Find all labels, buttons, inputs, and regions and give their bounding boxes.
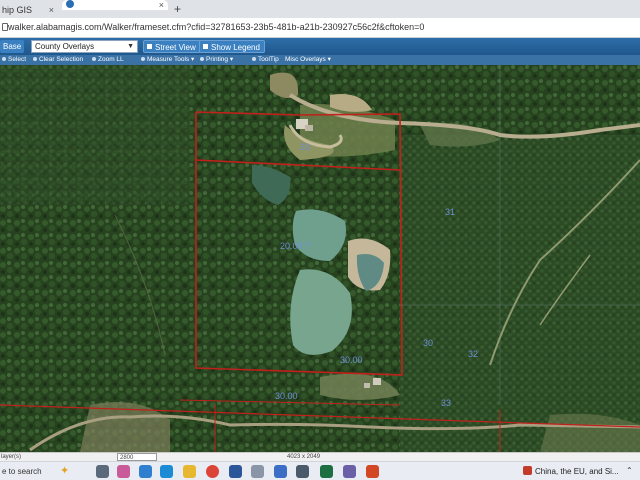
task-view-icon[interactable] bbox=[96, 465, 109, 478]
section-label: 33 bbox=[300, 142, 310, 152]
app-icon[interactable] bbox=[343, 465, 356, 478]
street-view-label: Street View bbox=[155, 43, 196, 52]
tooltip-toggle[interactable]: ToolTip bbox=[252, 55, 279, 65]
chrome-icon[interactable] bbox=[206, 465, 219, 478]
section-label: 33 bbox=[441, 398, 451, 408]
map-status-bar: layer(s) 2800 4023 x 2049 bbox=[0, 452, 640, 461]
zoom-ll-tool[interactable]: Zoom LL bbox=[92, 55, 124, 65]
browser-tab-inactive[interactable]: hip GIS × bbox=[0, 2, 56, 18]
tool-label: Misc Overlays bbox=[285, 56, 326, 63]
zoom-icon bbox=[92, 57, 96, 61]
scale-input[interactable]: 2800 bbox=[117, 453, 157, 461]
misc-overlays-menu[interactable]: Misc Overlays ▾ bbox=[285, 55, 331, 65]
tool-label: Measure Tools bbox=[147, 56, 190, 63]
coordinates-readout: 4023 x 2049 bbox=[287, 454, 321, 460]
clear-selection-tool[interactable]: Clear Selection bbox=[33, 55, 83, 65]
tray-chevron-icon[interactable]: ⌃ bbox=[626, 466, 633, 475]
browser-icon[interactable] bbox=[160, 465, 173, 478]
parcel-label[interactable]: 30.00 bbox=[275, 391, 298, 401]
select-tool[interactable]: Select bbox=[2, 55, 26, 65]
browser-tab-active[interactable]: Walker Public GIS × bbox=[62, 0, 168, 10]
taskbar-search[interactable]: e to search bbox=[0, 465, 92, 478]
tool-label: Zoom LL bbox=[98, 56, 124, 63]
select-icon bbox=[2, 57, 6, 61]
tool-label: Printing bbox=[206, 56, 229, 63]
section-label: 32 bbox=[468, 349, 478, 359]
excel-icon[interactable] bbox=[320, 465, 333, 478]
aerial-imagery: 20.00 ? 30.00 30.00 31 30 33 32 33 bbox=[0, 65, 640, 452]
clear-icon bbox=[33, 57, 37, 61]
chevron-down-icon: ▼ bbox=[127, 43, 134, 50]
tab-title: hip GIS bbox=[2, 5, 33, 15]
tool-label: Clear Selection bbox=[39, 56, 84, 63]
tool-label: Select bbox=[8, 56, 27, 63]
street-view-icon bbox=[147, 44, 152, 49]
windows-taskbar: e to search ✦ China, the EU, and Si... ⌃ bbox=[0, 461, 640, 480]
site-favicon-icon bbox=[66, 0, 74, 8]
map-canvas[interactable]: 20.00 ? 30.00 30.00 31 30 33 32 33 bbox=[0, 65, 640, 452]
tool-label: ToolTip bbox=[258, 56, 279, 63]
powerpoint-icon[interactable] bbox=[366, 465, 379, 478]
measure-tools-menu[interactable]: Measure Tools ▾ bbox=[141, 55, 194, 65]
legend-icon bbox=[203, 44, 208, 49]
overlay-select[interactable]: County Overlays ▼ bbox=[31, 40, 138, 53]
show-legend-button[interactable]: Show Legend bbox=[199, 40, 265, 53]
address-bar[interactable]: walker.alabamagis.com/Walker/frameset.cf… bbox=[0, 18, 640, 38]
file-explorer-icon[interactable] bbox=[183, 465, 196, 478]
overlay-select-value: County Overlays bbox=[35, 42, 95, 51]
ruler-icon bbox=[141, 57, 145, 61]
parcel-label[interactable]: 30.00 bbox=[340, 355, 363, 365]
new-tab-button[interactable]: + bbox=[174, 2, 181, 16]
printer-icon bbox=[200, 57, 204, 61]
gis-toolbar: Base County Overlays ▼ Street View Show … bbox=[0, 38, 640, 55]
street-view-button[interactable]: Street View bbox=[143, 40, 201, 53]
section-label: 31 bbox=[445, 207, 455, 217]
browser-tab-strip: hip GIS × Walker Public GIS × + bbox=[0, 0, 640, 18]
basemap-button[interactable]: Base bbox=[0, 40, 25, 53]
news-headline: China, the EU, and Si... bbox=[535, 467, 619, 476]
news-icon bbox=[523, 466, 532, 475]
tab-title: Walker Public GIS bbox=[79, 2, 133, 9]
parcel-label[interactable]: 20.00 ? bbox=[280, 241, 310, 251]
outlook-icon[interactable] bbox=[274, 465, 287, 478]
close-tab-icon[interactable]: × bbox=[159, 0, 164, 10]
tooltip-icon bbox=[252, 57, 256, 61]
widgets-icon[interactable] bbox=[117, 465, 130, 478]
printing-menu[interactable]: Printing ▾ bbox=[200, 55, 233, 65]
news-widget[interactable]: China, the EU, and Si... bbox=[523, 464, 619, 479]
section-label: 30 bbox=[423, 338, 433, 348]
url-text[interactable]: walker.alabamagis.com/Walker/frameset.cf… bbox=[8, 22, 424, 32]
edge-icon[interactable] bbox=[139, 465, 152, 478]
copilot-sparkle-icon[interactable]: ✦ bbox=[60, 464, 69, 477]
show-legend-label: Show Legend bbox=[211, 43, 260, 52]
tools-row: Select Clear Selection Zoom LL Measure T… bbox=[0, 55, 640, 65]
close-tab-icon[interactable]: × bbox=[49, 2, 54, 18]
layers-status: layer(s) bbox=[1, 454, 22, 460]
app-icon[interactable] bbox=[251, 465, 264, 478]
word-icon[interactable] bbox=[229, 465, 242, 478]
app-icon[interactable] bbox=[296, 465, 309, 478]
